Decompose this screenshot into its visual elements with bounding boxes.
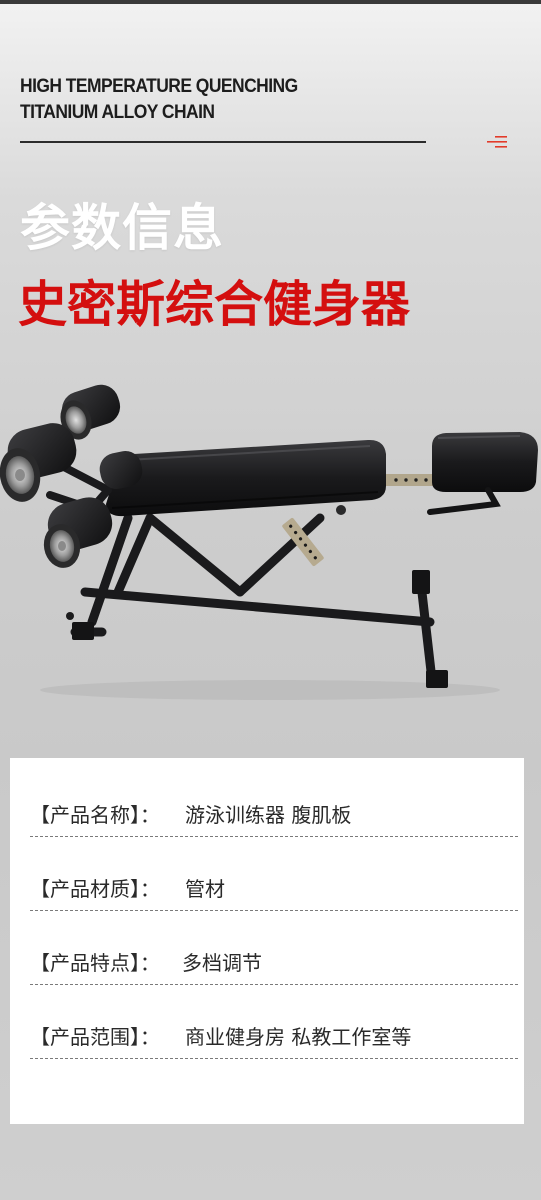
spec-row-features: 【产品特点】： 多档调节 <box>30 940 518 985</box>
spec-row-scope: 【产品范围】： 商业健身房 私教工作室等 <box>30 1014 518 1059</box>
header-divider <box>20 141 426 143</box>
page-title: 参数信息 <box>20 199 224 257</box>
spec-value: 多档调节 <box>182 951 262 975</box>
headline: HIGH TEMPERATURE QUENCHING TITANIUM ALLO… <box>20 74 406 126</box>
top-strip <box>0 0 541 4</box>
menu-icon[interactable] <box>487 135 507 149</box>
spec-row-material: 【产品材质】： 管材 <box>30 866 518 911</box>
headline-line-1: HIGH TEMPERATURE QUENCHING <box>20 76 298 97</box>
product-name-heading: 史密斯综合健身器 <box>18 276 411 333</box>
spec-row-name: 【产品名称】： 游泳训练器 腹肌板 <box>30 792 518 837</box>
spec-value: 商业健身房 私教工作室等 <box>185 1025 412 1049</box>
spec-label: 【产品材质】： <box>30 877 160 901</box>
spec-label: 【产品范围】： <box>30 1025 160 1049</box>
spec-value: 游泳训练器 腹肌板 <box>185 803 352 827</box>
spec-value: 管材 <box>185 877 225 901</box>
headline-line-2: TITANIUM ALLOY CHAIN <box>20 102 215 123</box>
product-image <box>0 384 538 700</box>
spec-label: 【产品名称】： <box>30 803 160 827</box>
spec-label: 【产品特点】： <box>30 951 160 975</box>
spec-card: 【产品名称】： 游泳训练器 腹肌板 【产品材质】： 管材 【产品特点】： 多档调… <box>10 758 524 1124</box>
